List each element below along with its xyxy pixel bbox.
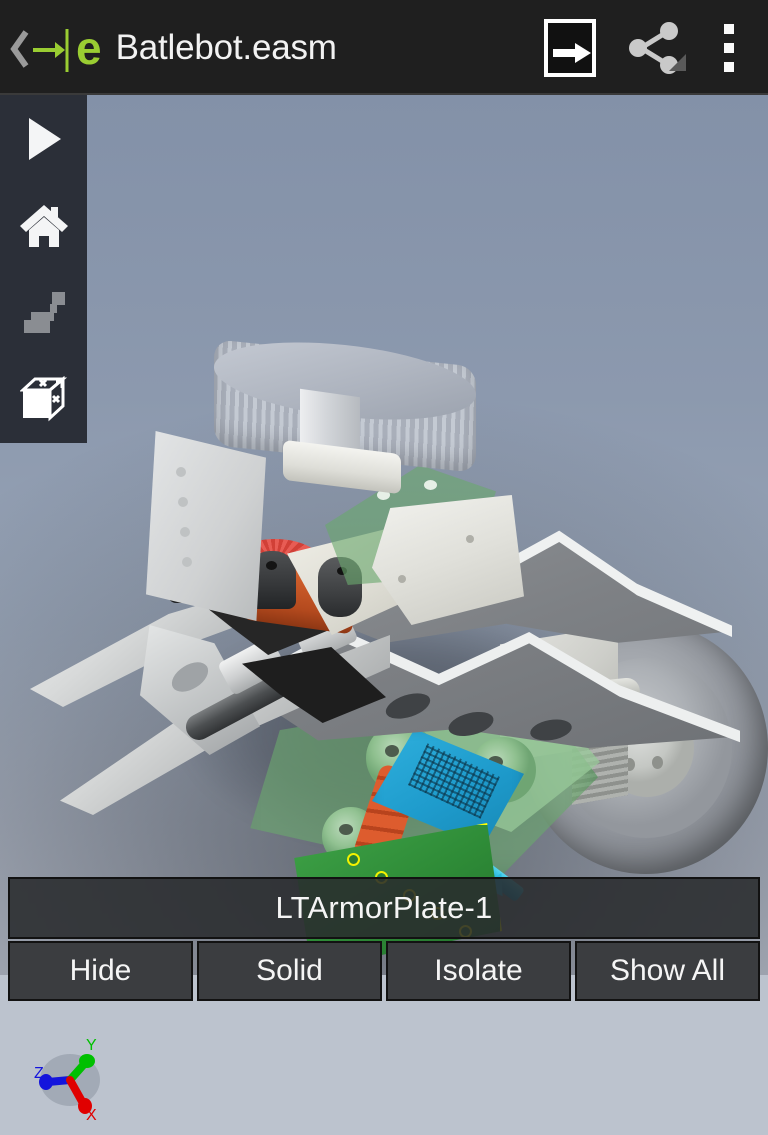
side-panel-hole — [178, 497, 188, 507]
edrawings-viewer-screen: e Batlebot.easm LTArmorPlate-1 Hide Soli… — [0, 0, 768, 1135]
share-button[interactable] — [612, 0, 696, 95]
explode-steps-button[interactable] — [0, 269, 87, 356]
overflow-menu-button[interactable] — [696, 0, 762, 95]
armor-plate-hole — [347, 853, 360, 866]
upper-white-plate-bolt — [398, 575, 406, 583]
show-all-button[interactable]: Show All — [575, 941, 760, 1001]
selected-component-bar: LTArmorPlate-1 — [8, 877, 760, 939]
model-viewport[interactable] — [0, 95, 768, 975]
axis-triad[interactable]: Z Y X — [8, 1020, 168, 1132]
side-panel-hole — [176, 467, 186, 477]
scale-cube-icon — [19, 375, 68, 424]
app-bar-actions — [528, 0, 768, 95]
overflow-menu-icon — [724, 23, 734, 72]
app-bar: e Batlebot.easm — [0, 0, 768, 95]
selected-component-name: LTArmorPlate-1 — [275, 890, 493, 925]
home-icon — [18, 202, 70, 250]
top-green-shroud-hole — [424, 480, 437, 490]
edrawings-arrow-to-bar-icon — [31, 25, 73, 72]
side-panel-left — [146, 431, 266, 621]
svg-text:Z: Z — [34, 1065, 44, 1082]
play-animation-button[interactable] — [0, 95, 87, 182]
pivot-boss-hole — [266, 561, 277, 570]
motor-pod-bolt — [339, 824, 353, 835]
play-icon — [24, 116, 64, 162]
wheel-hub-bolt — [652, 756, 663, 769]
open-in-new-icon — [544, 18, 596, 77]
edrawings-logo-letter: e — [76, 21, 102, 74]
svg-text:X: X — [86, 1107, 97, 1124]
component-action-bar: Hide Solid Isolate Show All — [8, 941, 760, 1001]
side-panel-hole — [182, 557, 192, 567]
left-toolbar — [0, 95, 87, 443]
side-panel-hole — [180, 527, 190, 537]
back-and-logo-button[interactable]: e Batlebot.easm — [0, 0, 341, 95]
open-in-new-button[interactable] — [528, 0, 612, 95]
upper-white-plate-bolt — [466, 535, 474, 543]
dropdown-hint-icon — [669, 53, 686, 71]
motor-pod-bolt — [385, 745, 399, 757]
bounding-box-button[interactable] — [0, 356, 87, 443]
solid-button[interactable]: Solid — [197, 941, 382, 1001]
home-view-button[interactable] — [0, 182, 87, 269]
chevron-left-icon[interactable] — [8, 27, 30, 69]
share-icon — [624, 19, 686, 77]
explode-steps-icon — [21, 290, 67, 336]
isolate-button[interactable]: Isolate — [386, 941, 571, 1001]
hide-button[interactable]: Hide — [8, 941, 193, 1001]
svg-text:Y: Y — [86, 1037, 97, 1054]
page-title: Batlebot.easm — [115, 27, 337, 67]
